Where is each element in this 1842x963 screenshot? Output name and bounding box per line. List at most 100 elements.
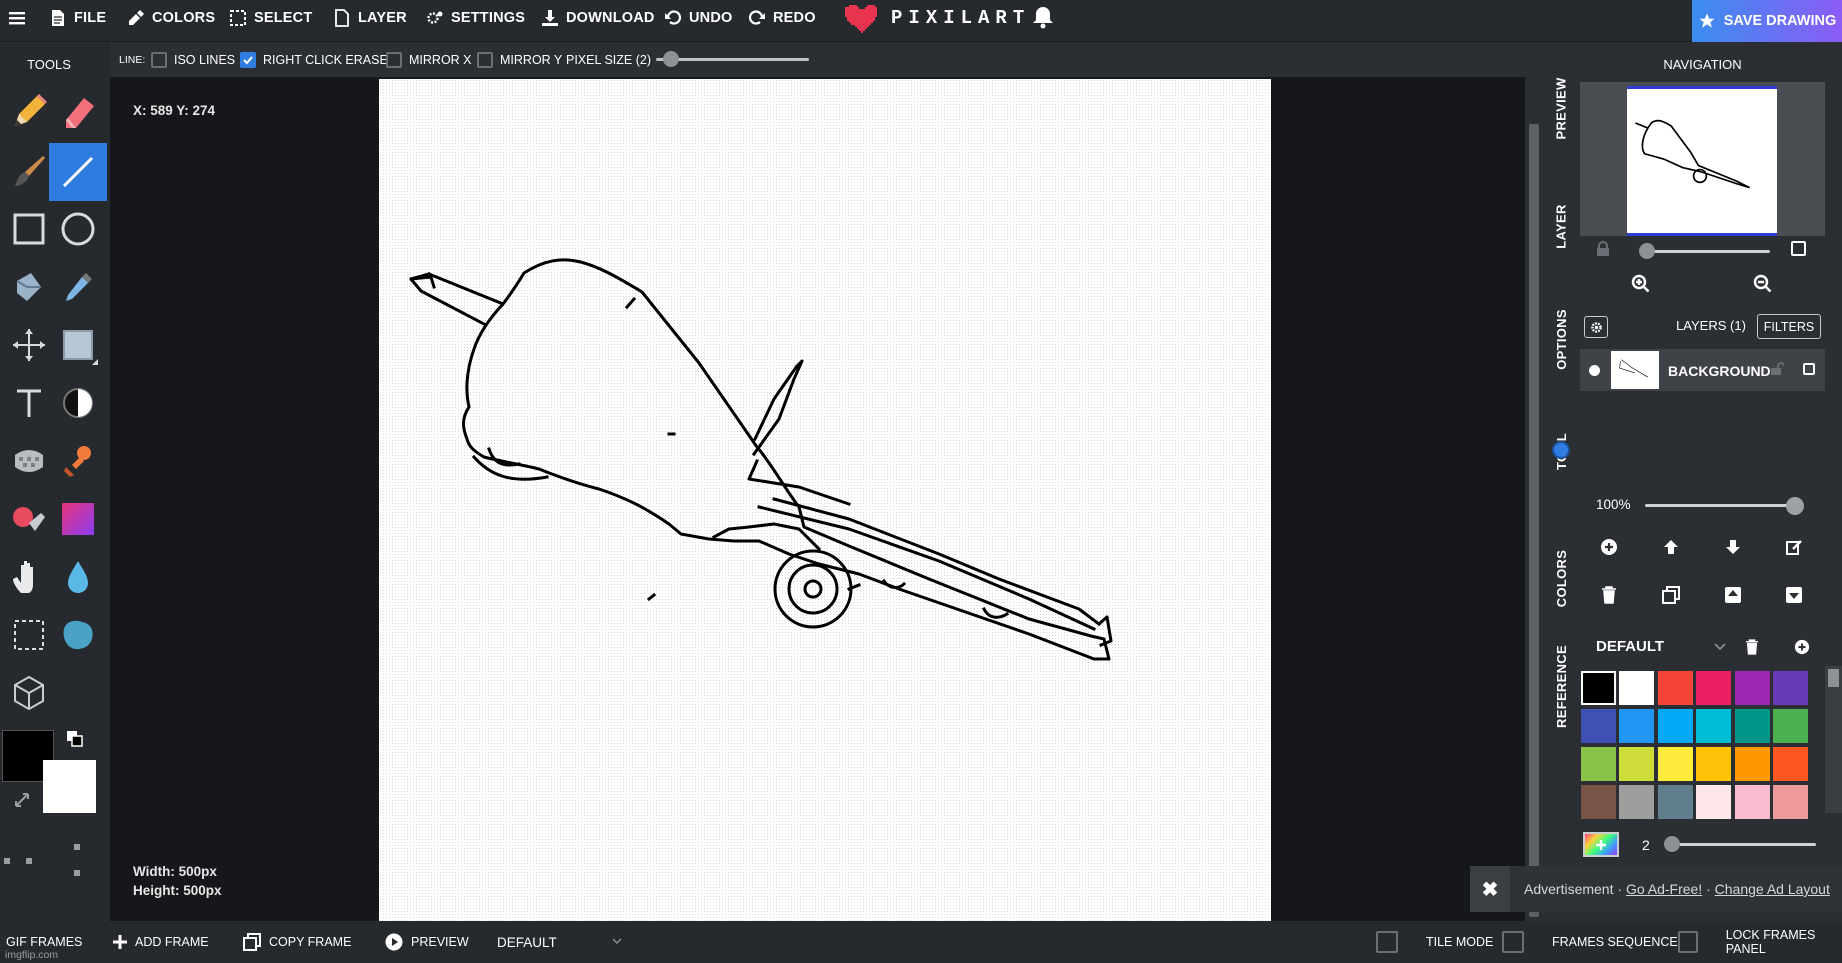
delete-layer-button[interactable]	[1596, 582, 1622, 608]
palette-swatch[interactable]	[1656, 746, 1694, 782]
resize-arrows-icon[interactable]	[12, 790, 32, 810]
navigation-opacity-knob[interactable]	[1639, 243, 1655, 259]
delete-palette-icon[interactable]	[1745, 639, 1759, 655]
palette-swatch[interactable]	[1580, 670, 1617, 706]
tile-mode-checkbox[interactable]	[1376, 931, 1398, 953]
mirror-y-option[interactable]: MIRROR Y	[477, 52, 562, 68]
layer-menu[interactable]: LAYER	[333, 0, 407, 36]
chevron-down-icon[interactable]	[1714, 643, 1726, 651]
secondary-color-swatch[interactable]	[43, 760, 96, 813]
preview-button[interactable]: PREVIEW	[385, 932, 469, 952]
brush-size-slider[interactable]	[1668, 843, 1816, 846]
hamburger-menu-icon[interactable]	[8, 0, 26, 36]
move-layer-down-button[interactable]	[1720, 534, 1746, 560]
palette-swatch[interactable]	[1656, 708, 1694, 744]
tile-mode-option[interactable]: TILE MODE	[1376, 931, 1493, 953]
blob-tool[interactable]	[49, 606, 107, 664]
line-tool[interactable]	[49, 143, 107, 201]
filters-button[interactable]: FILTERS	[1757, 314, 1821, 339]
palette-name[interactable]: DEFAULT	[1596, 638, 1664, 655]
blur-drop-tool[interactable]	[49, 548, 107, 606]
mirror-x-option[interactable]: MIRROR X	[386, 52, 472, 68]
tab-reference[interactable]: REFERENCE	[1543, 631, 1580, 741]
palette-swatch[interactable]	[1772, 784, 1809, 820]
layer-visibility-icon[interactable]	[1589, 365, 1600, 376]
frames-sequence-option[interactable]: FRAMES SEQUENCE	[1502, 931, 1678, 953]
chevron-down-icon[interactable]	[612, 938, 622, 944]
palette-scrollbar[interactable]	[1825, 666, 1842, 813]
save-drawing-button[interactable]: SAVE DRAWING	[1692, 0, 1842, 42]
stamp-tool[interactable]	[49, 432, 107, 490]
redo-button[interactable]: REDO	[748, 0, 816, 36]
zoom-out-icon[interactable]	[1753, 274, 1773, 294]
navigation-toggle-checkbox[interactable]	[1791, 241, 1806, 256]
palette-scrollbar-thumb[interactable]	[1828, 669, 1839, 687]
move-layer-up-button[interactable]	[1658, 534, 1684, 560]
layer-select-checkbox[interactable]	[1803, 363, 1815, 375]
mirror-y-checkbox[interactable]	[477, 52, 493, 68]
copy-frame-button[interactable]: COPY FRAME	[243, 932, 351, 952]
select-menu[interactable]: SELECT	[229, 0, 312, 36]
merge-up-button[interactable]	[1720, 582, 1746, 608]
lighten-darken-tool[interactable]	[49, 374, 107, 432]
settings-menu[interactable]: SETTINGS	[426, 0, 525, 36]
palette-swatch[interactable]	[1772, 670, 1809, 706]
drawing-canvas[interactable]	[379, 79, 1271, 921]
layer-opacity-knob[interactable]	[1786, 497, 1804, 515]
eyedropper-tool[interactable]	[49, 258, 107, 316]
iso-lines-checkbox[interactable]	[151, 52, 167, 68]
canvas-vertical-scrollbar[interactable]	[1525, 79, 1543, 921]
palette-swatch[interactable]	[1618, 746, 1656, 782]
file-menu[interactable]: FILE	[49, 0, 106, 36]
cube-3d-tool[interactable]	[0, 664, 58, 722]
add-color-button[interactable]	[1583, 832, 1619, 857]
duplicate-layer-button[interactable]	[1658, 582, 1684, 608]
select-rect-tool[interactable]	[49, 316, 107, 374]
palette-swatch[interactable]	[1618, 670, 1656, 706]
palette-swatch[interactable]	[1580, 746, 1617, 782]
circle-tool[interactable]	[49, 200, 107, 258]
layer-unlock-icon[interactable]	[1770, 362, 1784, 376]
add-palette-icon[interactable]	[1794, 639, 1810, 655]
palette-swatch[interactable]	[1733, 746, 1771, 782]
navigation-thumbnail[interactable]	[1627, 86, 1777, 236]
add-frame-button[interactable]: ADD FRAME	[113, 932, 209, 952]
bell-icon[interactable]	[1032, 5, 1054, 29]
right-click-erase-checkbox[interactable]	[240, 52, 256, 68]
pixel-size-slider-knob[interactable]	[663, 51, 679, 67]
palette-swatch[interactable]	[1733, 708, 1771, 744]
tab-colors[interactable]: COLORS	[1543, 523, 1580, 633]
palette-swatch[interactable]	[1580, 784, 1617, 820]
palette-swatch[interactable]	[1695, 746, 1733, 782]
zoom-in-icon[interactable]	[1631, 274, 1651, 294]
frame-speed-select[interactable]: DEFAULT	[497, 932, 557, 952]
palette-swatch[interactable]	[1772, 708, 1809, 744]
merge-down-button[interactable]	[1781, 582, 1807, 608]
tab-preview[interactable]: PREVIEW	[1543, 65, 1580, 151]
tab-options[interactable]: OPTIONS	[1543, 289, 1580, 389]
right-click-erase-option[interactable]: RIGHT CLICK ERASE	[240, 52, 388, 68]
lock-icon[interactable]	[1596, 241, 1610, 257]
tab-layer[interactable]: LAYER	[1543, 183, 1580, 269]
eraser-tool[interactable]	[49, 83, 107, 141]
palette-swatch[interactable]	[1618, 784, 1656, 820]
palette-swatch[interactable]	[1656, 670, 1694, 706]
palette-swatch[interactable]	[1695, 784, 1733, 820]
palette-swatch[interactable]	[1733, 670, 1771, 706]
change-ad-layout-link[interactable]: Change Ad Layout	[1715, 881, 1830, 897]
undo-button[interactable]: UNDO	[664, 0, 733, 36]
colors-menu[interactable]: COLORS	[127, 0, 215, 36]
frames-sequence-checkbox[interactable]	[1502, 931, 1524, 953]
mirror-x-checkbox[interactable]	[386, 52, 402, 68]
rename-layer-button[interactable]	[1781, 534, 1807, 560]
lock-frames-option[interactable]: LOCK FRAMES PANEL	[1678, 928, 1842, 956]
go-ad-free-link[interactable]: Go Ad-Free!	[1626, 881, 1702, 897]
palette-swatch[interactable]	[1580, 708, 1617, 744]
layer-settings-button[interactable]	[1584, 316, 1608, 338]
brush-size-knob[interactable]	[1664, 836, 1680, 852]
palette-swatch[interactable]	[1733, 784, 1771, 820]
palette-swatch[interactable]	[1695, 708, 1733, 744]
pixilart-logo[interactable]: PIXILART	[845, 2, 1030, 34]
layer-opacity-slider[interactable]	[1645, 504, 1795, 507]
swap-colors-icon[interactable]	[66, 730, 84, 748]
